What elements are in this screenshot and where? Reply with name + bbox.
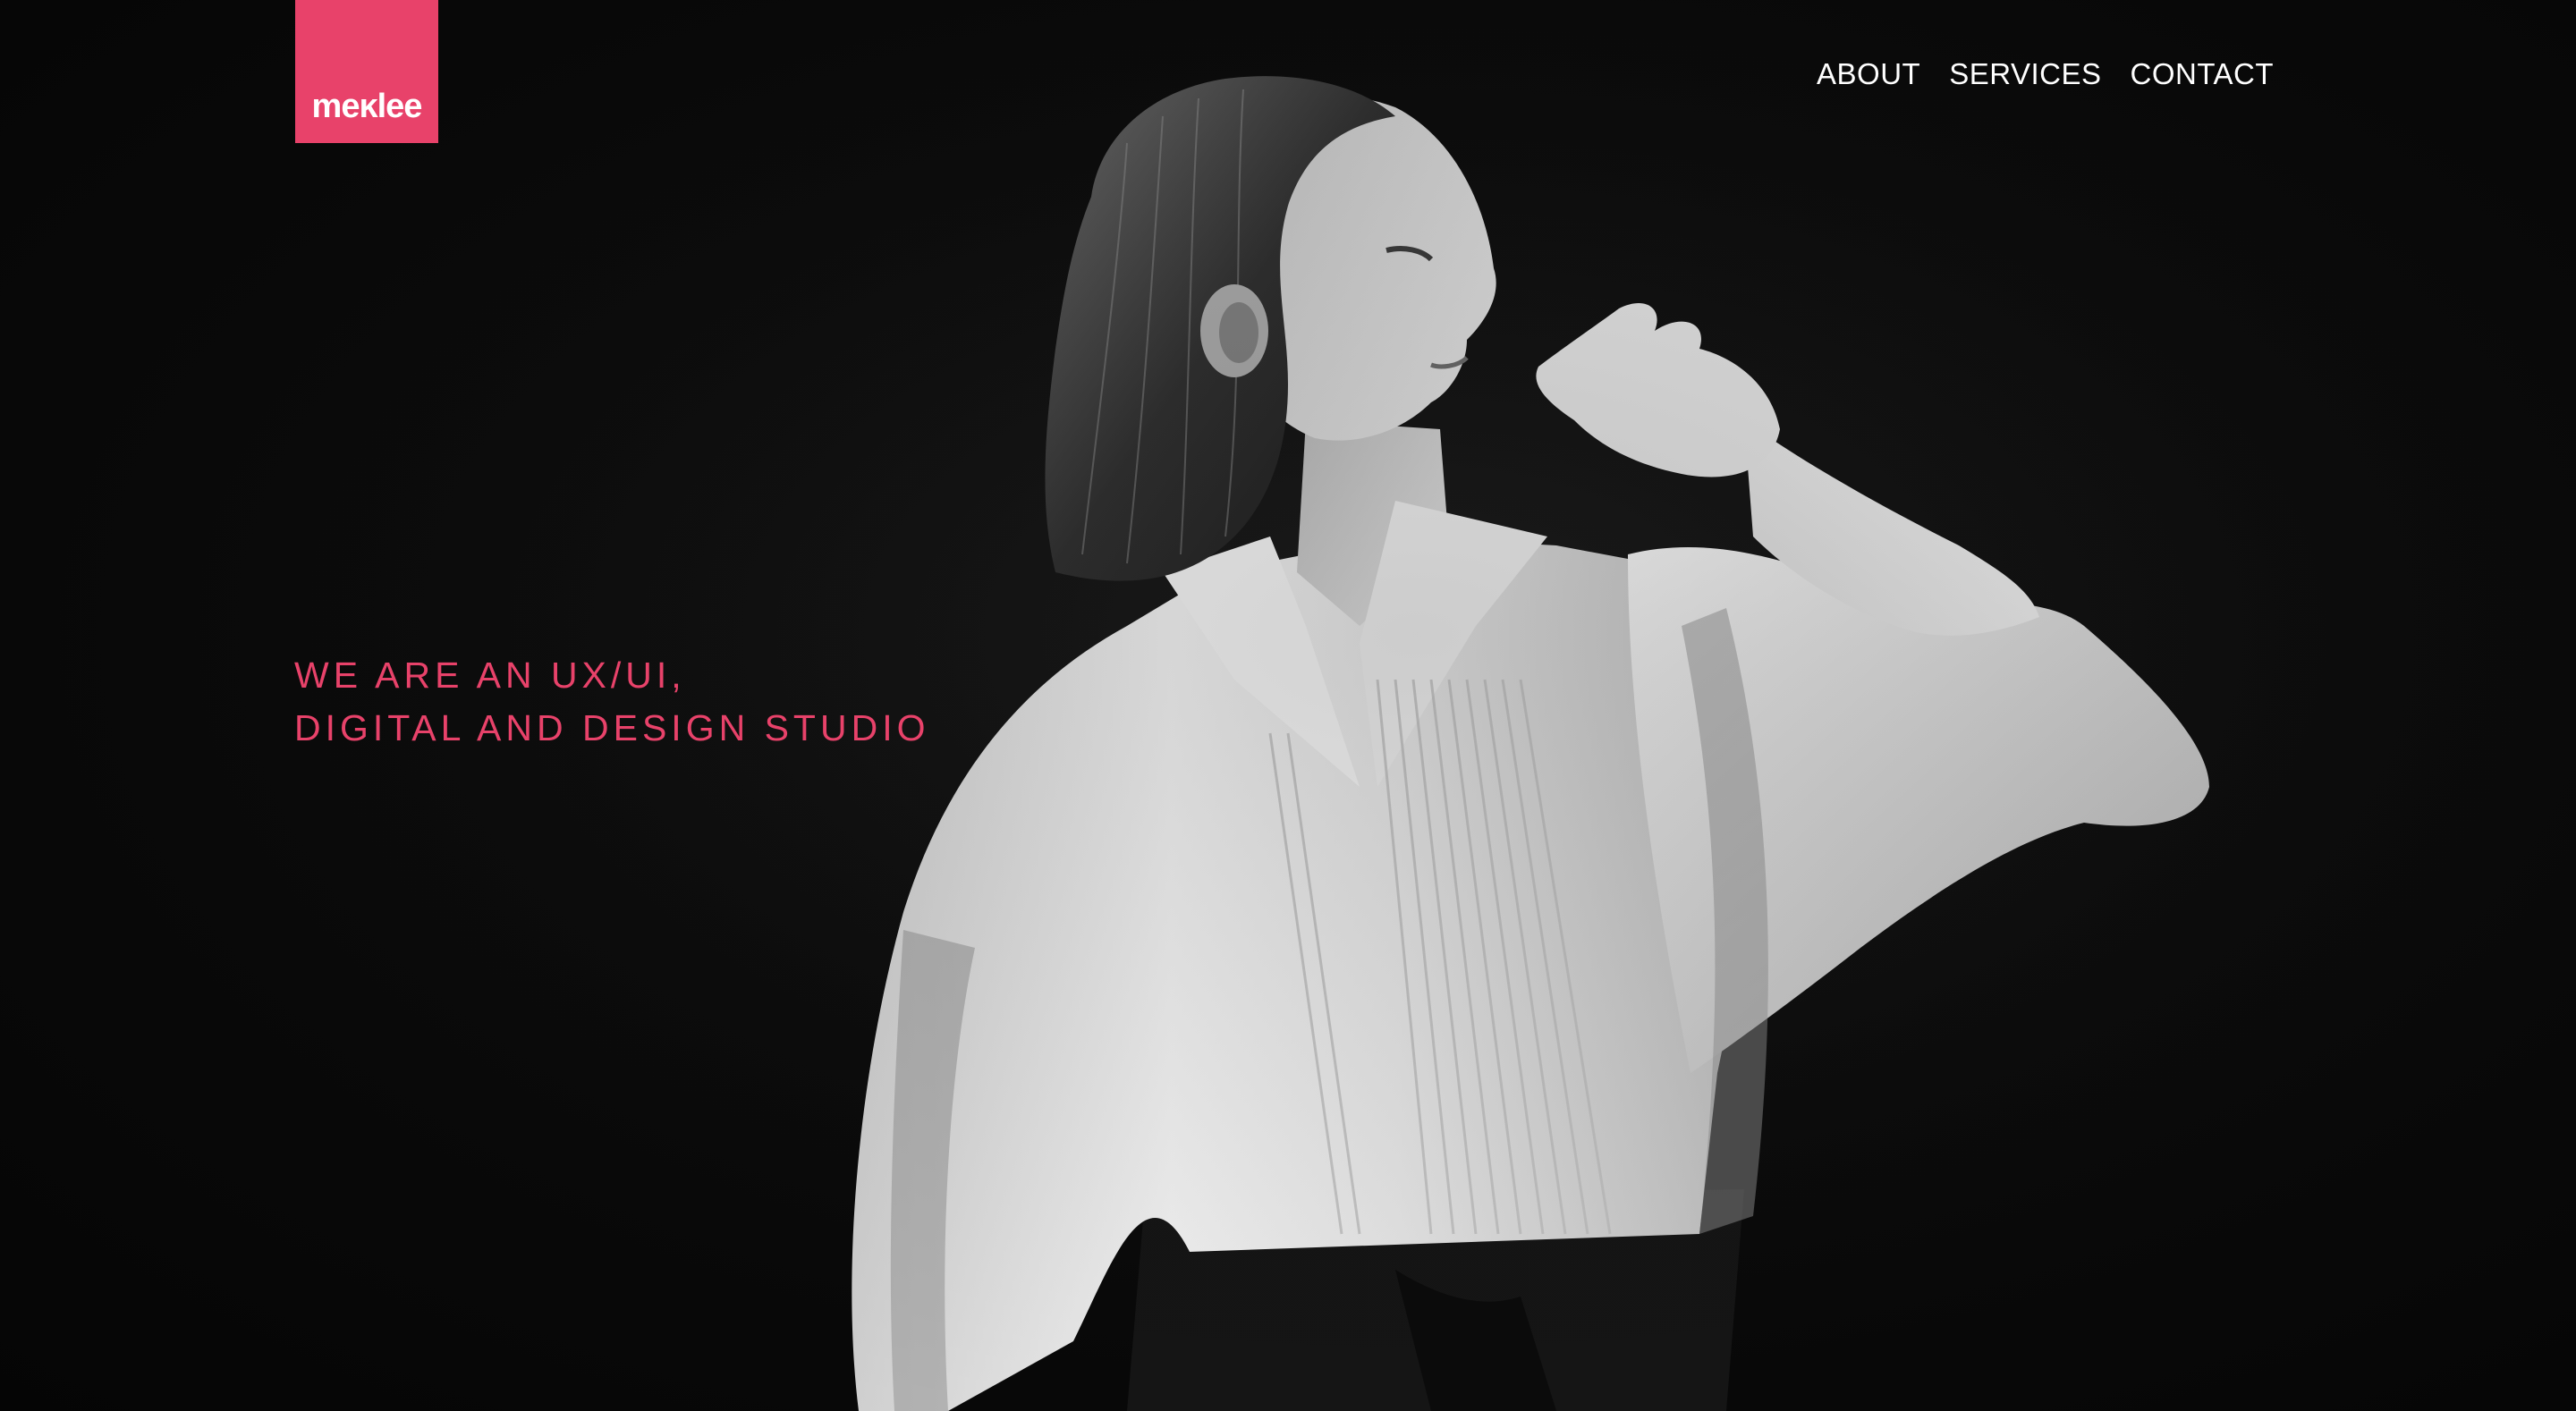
nav-link-contact[interactable]: CONTACT xyxy=(2130,59,2274,89)
hero-tagline-line-1: WE ARE AN UX/UI, xyxy=(294,655,686,696)
main-navigation: ABOUT SERVICES CONTACT xyxy=(1817,59,2274,89)
nav-link-services[interactable]: SERVICES xyxy=(1949,59,2101,89)
brand-logo[interactable]: meĸlee xyxy=(295,0,438,143)
hero-tagline: WE ARE AN UX/UI, DIGITAL AND DESIGN STUD… xyxy=(294,649,929,755)
brand-logo-wordmark: meĸlee xyxy=(311,88,423,125)
hero-tagline-line-2: DIGITAL AND DESIGN STUDIO xyxy=(294,707,930,748)
nav-link-about[interactable]: ABOUT xyxy=(1817,59,1920,89)
landing-page: meĸlee ABOUT SERVICES CONTACT WE ARE AN … xyxy=(0,0,2576,1411)
